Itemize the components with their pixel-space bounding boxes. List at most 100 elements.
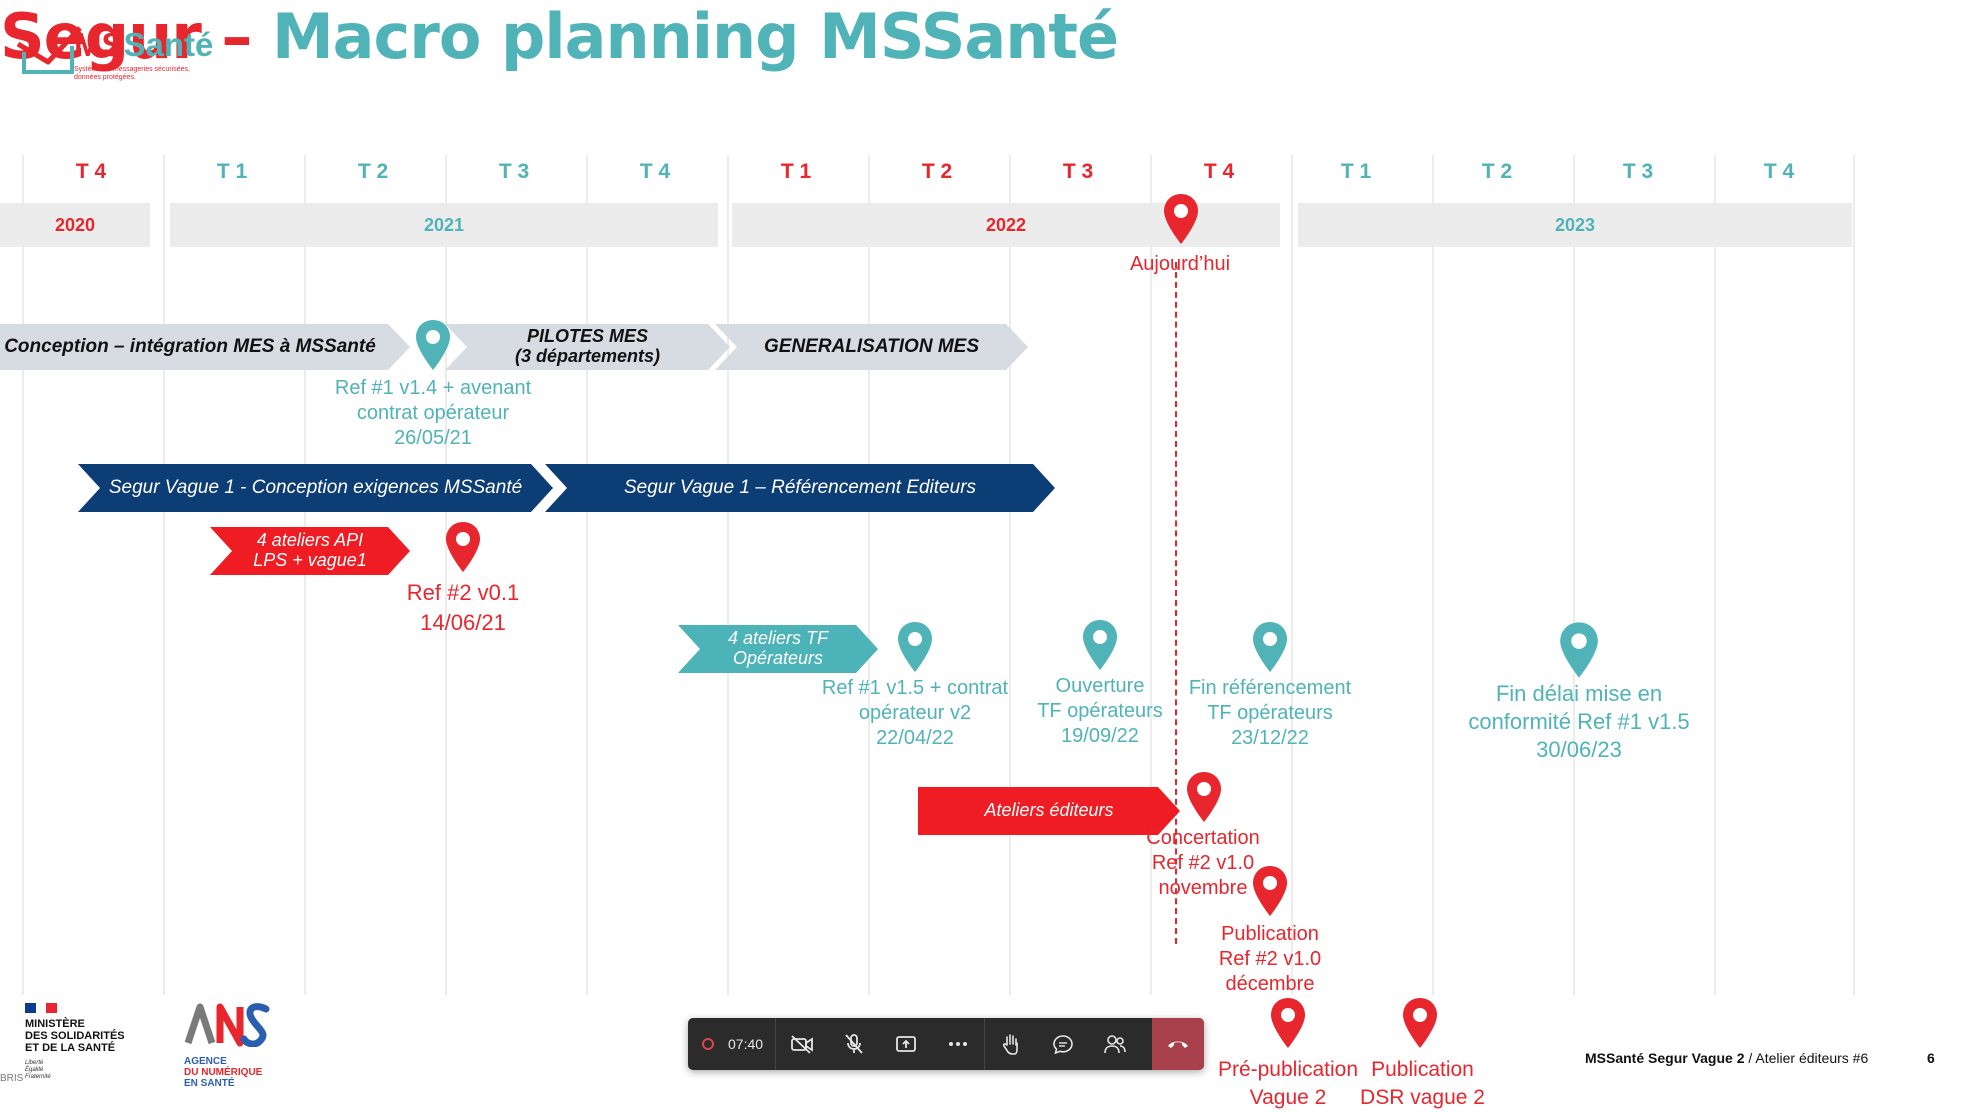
ans-line: AGENCE	[184, 1056, 227, 1067]
ministry-line: ET DE LA SANTÉ	[25, 1042, 116, 1054]
gridline	[868, 155, 870, 995]
gridline	[1009, 155, 1011, 995]
hang-up-button[interactable]	[1152, 1018, 1204, 1070]
today-pin-icon	[1164, 194, 1198, 244]
milestone-line: 19/09/22	[1061, 725, 1139, 747]
title-main: Macro planning MSSanté	[271, 0, 1119, 73]
quarter-label: T 3	[498, 160, 530, 183]
ans-line: EN SANTÉ	[184, 1078, 235, 1089]
milestone-pin-icon	[898, 622, 932, 672]
timer-text: 07:40	[728, 1036, 764, 1052]
logo-tagline: Système de messageries sécurisées, donné…	[74, 66, 190, 81]
quarter-label: T 2	[921, 160, 953, 183]
milestone-line: opérateur v2	[858, 702, 972, 724]
milestone-publication-ref2: Publication Ref #2 v1.0 décembre	[1195, 922, 1345, 997]
milestone-fin-delai: Fin délai mise en conformité Ref #1 v1.5…	[1449, 680, 1709, 764]
raise-hand-button[interactable]	[985, 1018, 1037, 1070]
gridline	[1714, 155, 1716, 995]
quarter-label: T 2	[1481, 160, 1513, 183]
milestone-line: Fin délai mise en	[1495, 681, 1663, 706]
gridline	[163, 155, 165, 995]
gridline	[1853, 155, 1855, 995]
more-options-button[interactable]	[932, 1018, 984, 1070]
milestone-pin-icon	[1253, 622, 1287, 672]
gridline	[304, 155, 306, 995]
ans-logo-icon	[184, 1003, 270, 1048]
milestone-line: Ref #1 v1.4 + avenant	[334, 377, 532, 399]
ateliers-tf-line2: Opérateurs	[732, 648, 824, 668]
milestone-line: contrat opérateur	[356, 402, 510, 424]
pilotes-line1: PILOTES MES	[526, 326, 648, 347]
milestone-line: DSR vague 2	[1360, 1086, 1485, 1109]
milestone-pre-publication: Pré-publication Vague 2	[1208, 1056, 1368, 1112]
ministry-line: DES SOLIDARITÉS	[25, 1030, 125, 1042]
milestone-pin-icon	[1253, 866, 1287, 916]
phase-conception-mes: Conception – intégration MES à MSSanté	[0, 324, 410, 370]
milestone-line: Ref #1 v1.5 + contrat	[821, 677, 1009, 699]
phase-generalisation-mes: GENERALISATION MES	[715, 324, 1028, 370]
today-label: Aujourd’hui	[1129, 253, 1231, 275]
hang-up-icon	[1168, 1041, 1188, 1048]
participants-button[interactable]	[1089, 1018, 1141, 1070]
milestone-line: Publication	[1221, 923, 1319, 945]
milestone-line: Publication	[1371, 1058, 1474, 1081]
raise-hand-icon	[1003, 1034, 1018, 1055]
recording-icon	[702, 1038, 714, 1050]
chat-icon	[1053, 1035, 1073, 1055]
milestone-ref1-v14: Ref #1 v1.4 + avenant contrat opérateur …	[313, 376, 553, 451]
gridline	[22, 155, 24, 995]
milestone-line: 30/06/23	[1536, 737, 1622, 762]
corner-text: BRIS	[0, 1073, 24, 1084]
milestone-ouverture-tf: Ouverture TF opérateurs 19/09/22	[1020, 674, 1180, 749]
milestone-line: Concertation	[1146, 827, 1260, 849]
quarter-label: T 3	[1062, 160, 1094, 183]
milestone-line: 14/06/21	[420, 610, 506, 635]
ans-logo: AGENCE DU NUMÉRIQUE EN SANTÉ	[184, 1003, 294, 1089]
milestone-line: décembre	[1225, 973, 1315, 995]
milestone-line: Ouverture	[1055, 675, 1145, 697]
quarter-label: T 2	[357, 160, 389, 183]
ministry-motto: Égalité	[25, 1067, 44, 1073]
ateliers-tf-line1: 4 ateliers TF	[727, 628, 829, 649]
milestone-line: 22/04/22	[876, 727, 954, 749]
pilotes-line2: (3 départements)	[514, 346, 661, 366]
milestone-pin-icon	[1083, 620, 1117, 670]
milestone-ref1-v15: Ref #1 v1.5 + contrat opérateur v2 22/04…	[795, 676, 1035, 751]
milestone-line: Ref #2 v0.1	[406, 580, 520, 605]
camera-off-button[interactable]	[776, 1018, 828, 1070]
year-bar: 2023	[1298, 203, 1852, 247]
milestone-fin-referencement: Fin référencement TF opérateurs 23/12/22	[1175, 676, 1365, 751]
milestone-line: Fin référencement	[1188, 677, 1352, 699]
camera-off-icon	[791, 1035, 813, 1054]
chat-button[interactable]	[1037, 1018, 1089, 1070]
logo-ms: MS	[74, 26, 124, 63]
footer-event-label: MSSanté Segur Vague 2 / Atelier éditeurs…	[1585, 1050, 1868, 1066]
milestone-line: TF opérateurs	[1037, 700, 1163, 722]
quarter-label: T 1	[780, 160, 812, 183]
quarter-label: T 1	[216, 160, 248, 183]
share-screen-button[interactable]	[880, 1018, 932, 1070]
phase-pilotes-mes: PILOTES MES (3 départements)	[445, 324, 730, 370]
gridline	[1432, 155, 1434, 995]
quarter-label: T 4	[1203, 160, 1235, 183]
ministry-line: MINISTÈRE	[25, 1018, 85, 1030]
ministry-motto: Fraternité	[25, 1074, 51, 1080]
year-bar: 2021	[170, 203, 718, 247]
milestone-line: Ref #2 v1.0	[1218, 948, 1322, 970]
milestone-line: Pré-publication	[1217, 1058, 1359, 1081]
meeting-toolbar: 07:40	[688, 1018, 1204, 1070]
ateliers-api-line2: LPS + vague1	[253, 550, 367, 570]
microphone-off-icon	[845, 1034, 863, 1054]
quarter-label: T 4	[1763, 160, 1795, 183]
phase-vague1-referencement: Segur Vague 1 – Référencement Editeurs	[545, 464, 1055, 512]
mute-button[interactable]	[828, 1018, 880, 1070]
quarter-label: T 3	[1622, 160, 1654, 183]
page-number: 6	[1927, 1050, 1935, 1066]
milestone-line: 26/05/21	[394, 427, 472, 449]
milestone-ref2-v01: Ref #2 v0.1 14/06/21	[383, 578, 543, 638]
milestone-pin-icon	[446, 522, 480, 572]
gridline	[1291, 155, 1293, 995]
page-title: Segur – Macro planning MSSanté	[0, 0, 1966, 73]
year-bar: 2020	[0, 203, 150, 247]
gridline	[727, 155, 729, 995]
